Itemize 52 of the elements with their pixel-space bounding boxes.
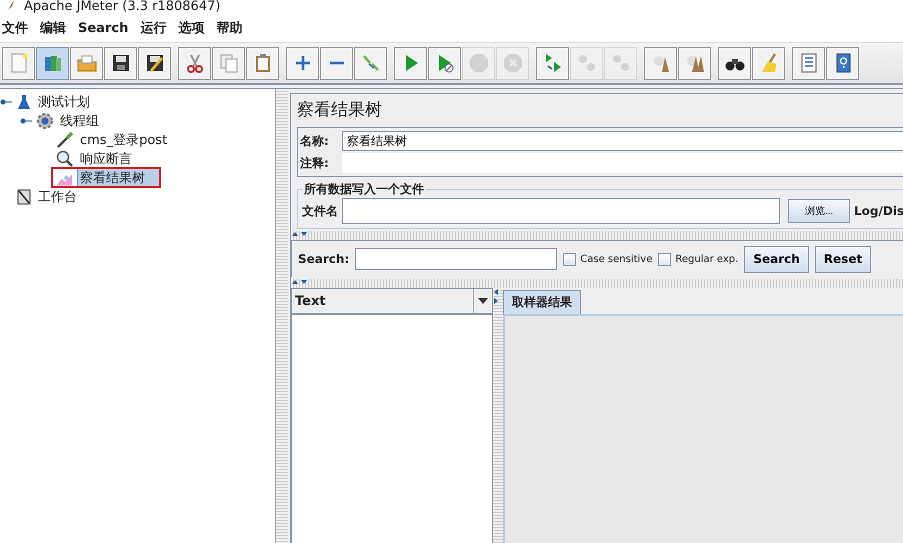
toolbar-button[interactable] xyxy=(792,46,825,80)
panel-title: 察看结果树 xyxy=(297,99,383,122)
toolbar-button[interactable] xyxy=(104,46,137,80)
expand-handle-icon[interactable] xyxy=(20,116,32,126)
checkbox[interactable] xyxy=(563,252,576,266)
menu-item[interactable]: Search xyxy=(78,20,128,36)
flask-icon xyxy=(16,94,32,110)
magnifier-icon xyxy=(56,150,74,168)
filename-field[interactable] xyxy=(342,198,780,224)
field-label: 文件名 xyxy=(302,202,338,220)
toolbar-button[interactable] xyxy=(138,46,171,80)
copy-icon xyxy=(218,52,240,74)
tree-item[interactable]: 察看结果树 xyxy=(77,168,160,188)
search-field[interactable] xyxy=(355,248,558,270)
tab[interactable]: 取样器结果 xyxy=(503,290,581,314)
field-label: 注释: xyxy=(300,154,330,172)
toolbar-button[interactable] xyxy=(718,46,751,80)
menu-item[interactable]: 帮助 xyxy=(216,19,242,37)
expand-handle-icon[interactable] xyxy=(0,96,12,106)
browse-button[interactable]: 浏览... xyxy=(788,199,850,223)
split-arrows-icon[interactable] xyxy=(291,231,309,237)
name-field[interactable]: 察看结果树 xyxy=(342,131,903,151)
tree-item[interactable]: cms_登录post xyxy=(78,130,170,148)
search-label: Search: xyxy=(298,252,350,266)
split-arrows-icon[interactable] xyxy=(493,288,499,306)
pipette-icon xyxy=(56,130,74,148)
gear-icon xyxy=(36,112,54,130)
tree-item[interactable]: 线程组 xyxy=(58,112,101,130)
menu-item[interactable]: 文件 xyxy=(2,19,28,37)
menu-item[interactable]: 编辑 xyxy=(40,19,66,37)
renderer-dropdown[interactable]: Text xyxy=(292,289,492,315)
notepad-icon xyxy=(16,188,32,204)
search-button[interactable]: Reset xyxy=(814,246,872,272)
field-label: 名称: xyxy=(300,132,330,150)
tree-item[interactable]: 工作台 xyxy=(36,188,79,206)
toolbar-button[interactable] xyxy=(826,46,859,80)
search-button[interactable]: Search xyxy=(744,246,809,272)
group-title: 所有数据写入一个文件 xyxy=(303,181,425,198)
split-arrows-icon[interactable] xyxy=(291,279,309,285)
octagon-x-icon xyxy=(502,52,524,74)
caret-icon xyxy=(478,298,488,304)
checkbox[interactable] xyxy=(658,252,672,266)
checkbox-label[interactable]: Case sensitive xyxy=(580,254,652,264)
tree-item[interactable]: 测试计划 xyxy=(36,92,92,110)
tree-item[interactable]: 响应断言 xyxy=(78,150,134,168)
feather-icon xyxy=(6,0,16,10)
checkbox-label[interactable]: Regular exp. xyxy=(675,254,738,264)
menu-item[interactable]: 选项 xyxy=(178,19,204,37)
window-title: Apache JMeter (3.3 r1808647) xyxy=(24,0,220,14)
menu-item[interactable]: 运行 xyxy=(140,19,166,37)
minus-icon xyxy=(328,61,344,65)
stop-icon xyxy=(468,52,490,74)
